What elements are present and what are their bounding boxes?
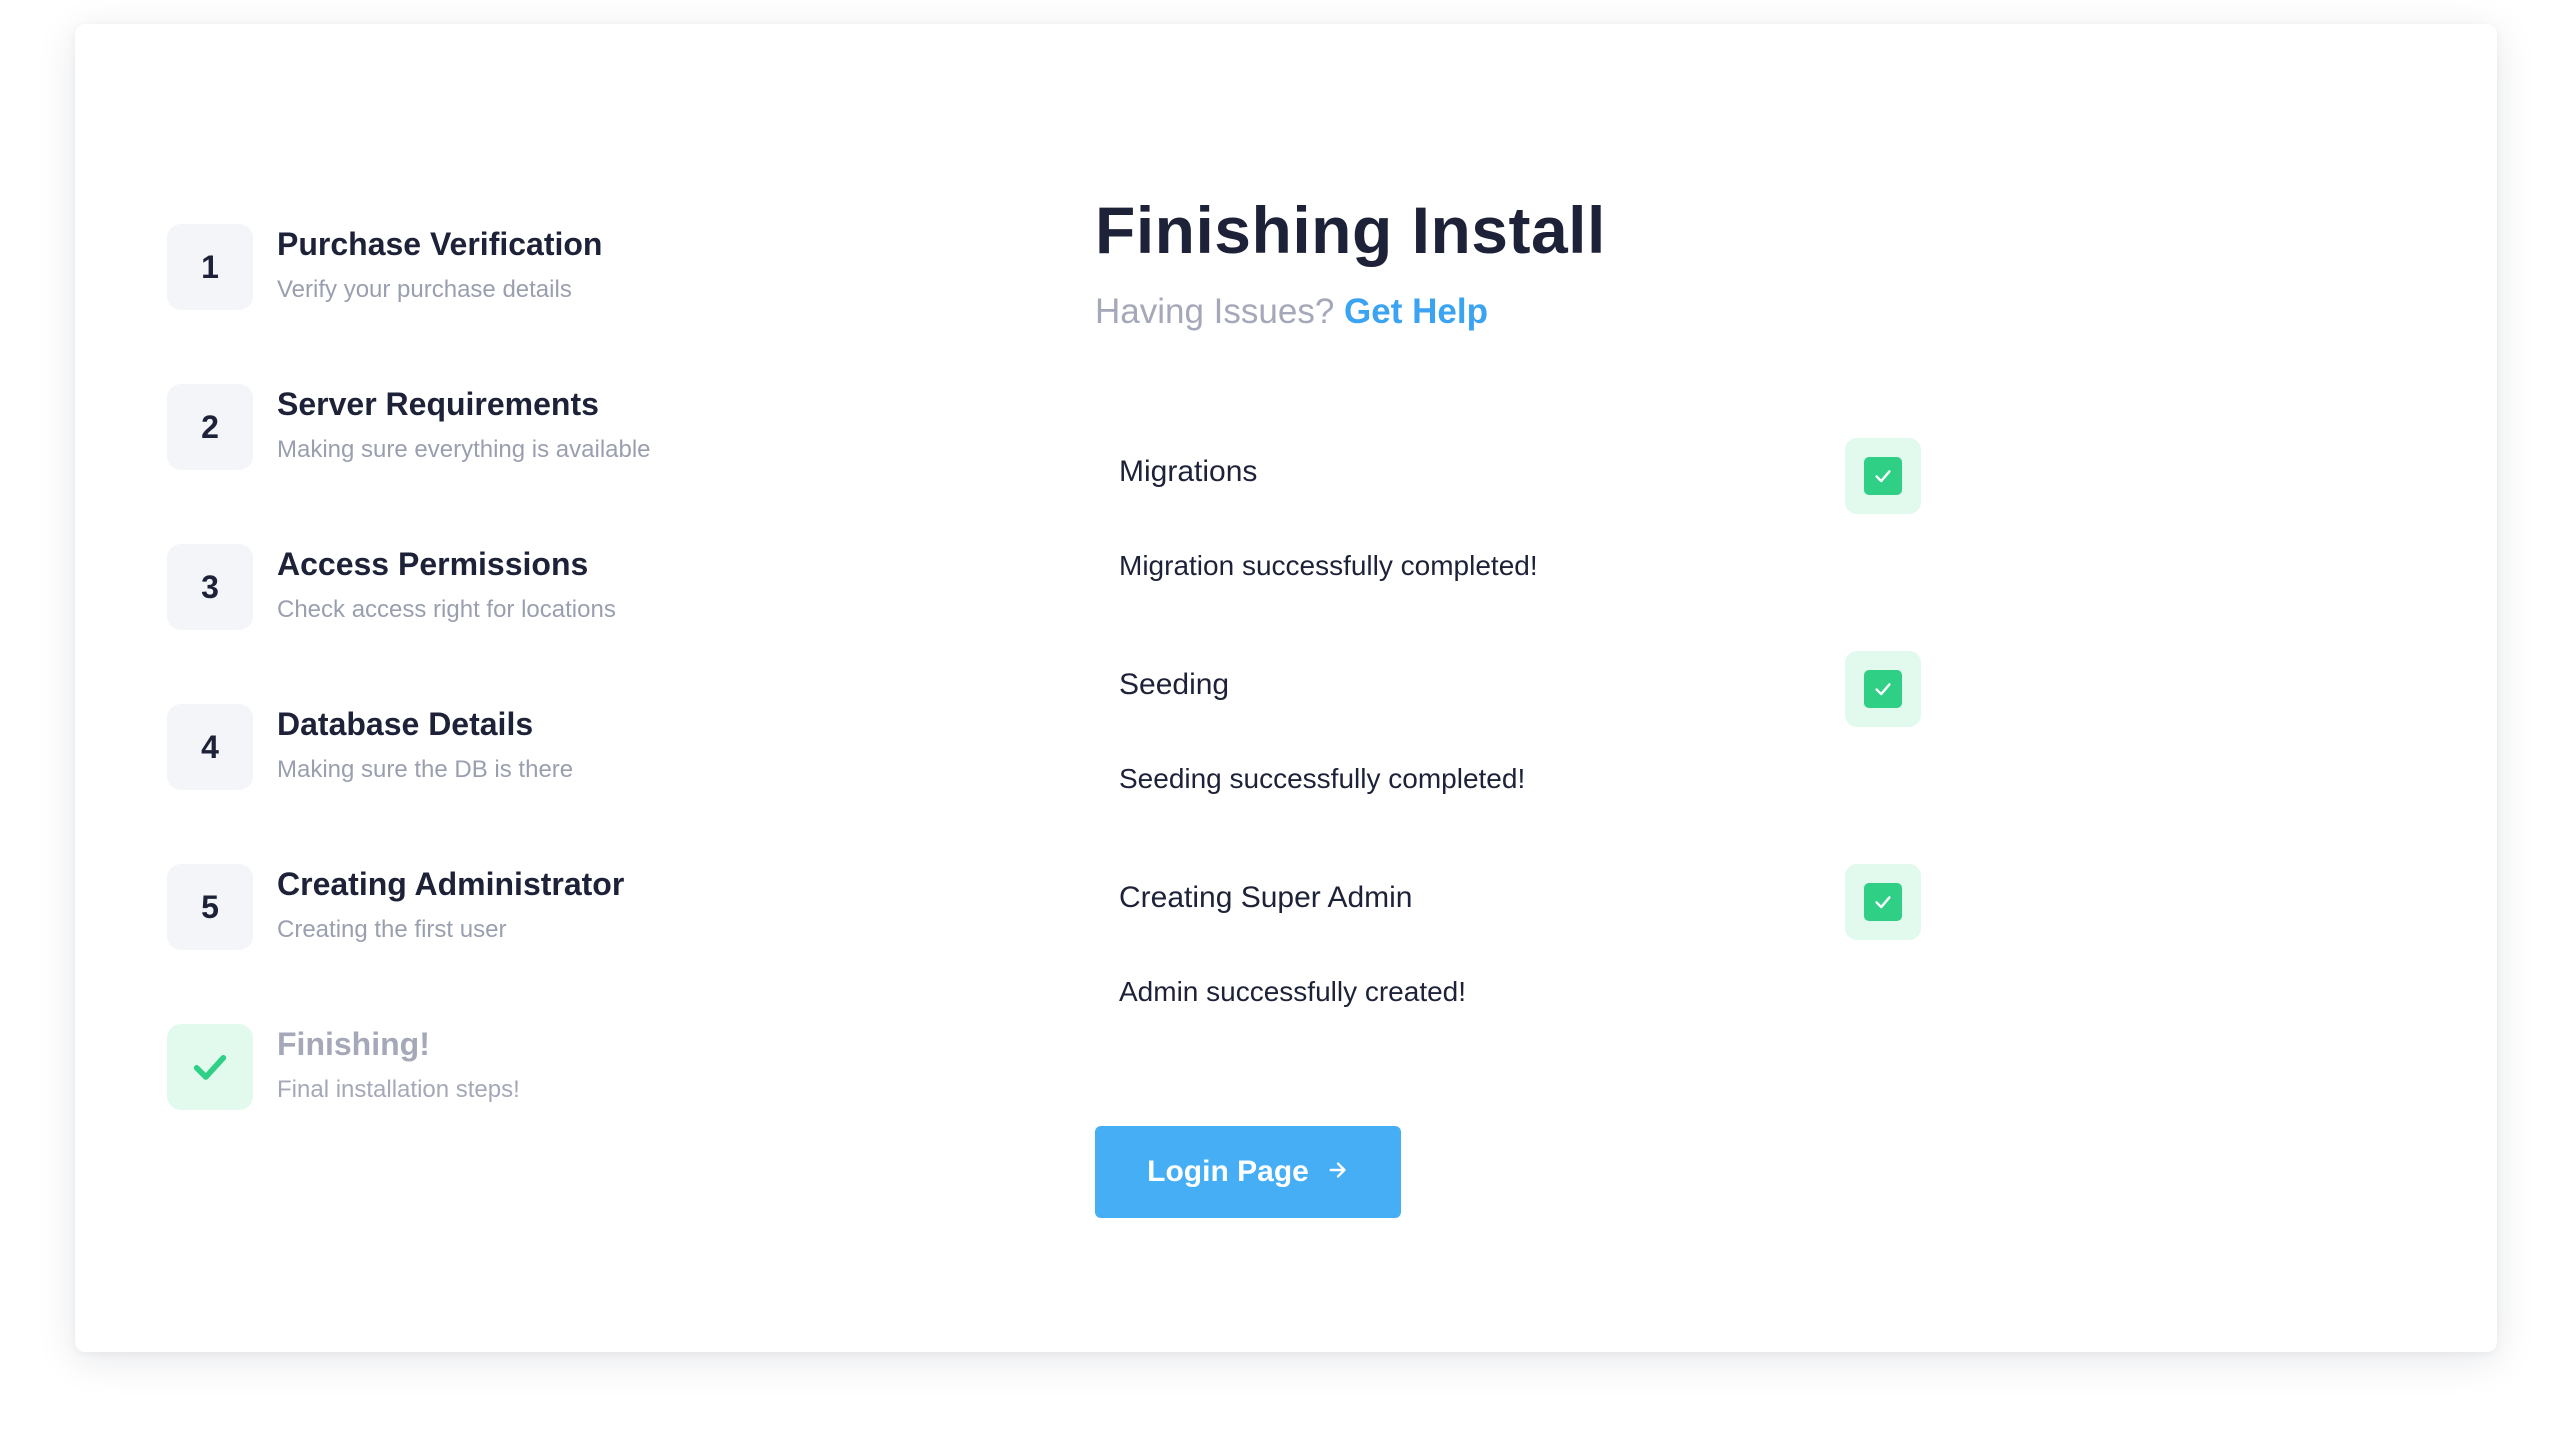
step-finishing: Finishing! Final installation steps! (167, 1024, 887, 1114)
check-icon (167, 1024, 253, 1110)
step-creating-administrator: 5 Creating Administrator Creating the fi… (167, 864, 887, 954)
task-message: Seeding successfully completed! (1119, 763, 1526, 794)
task-message: Admin successfully created! (1119, 976, 1467, 1007)
arrow-right-icon (1327, 1155, 1349, 1189)
page-title: Finishing Install (1095, 193, 1606, 267)
step-access-permissions: 3 Access Permissions Check access right … (167, 544, 887, 634)
step-description: Check access right for locations (277, 596, 616, 623)
step-description: Final installation steps! (277, 1076, 520, 1103)
installer-card: 1 Purchase Verification Verify your purc… (75, 24, 2497, 1352)
step-purchase-verification: 1 Purchase Verification Verify your purc… (167, 224, 887, 314)
step-title: Server Requirements (277, 386, 599, 422)
step-number: 3 (167, 544, 253, 630)
checkbox-checked-icon (1845, 864, 1921, 940)
step-title: Database Details (277, 706, 534, 742)
checkbox-checked-icon (1845, 651, 1921, 727)
step-title: Finishing! (277, 1026, 430, 1062)
step-database-details: 4 Database Details Making sure the DB is… (167, 704, 887, 794)
step-description: Making sure everything is available (277, 436, 651, 463)
task-name: Migrations (1119, 455, 1258, 488)
step-title: Access Permissions (277, 546, 589, 582)
login-page-button[interactable]: Login Page (1095, 1126, 1401, 1218)
task-creating-super-admin: Creating Super Admin Admin successfully … (1095, 864, 1921, 1064)
task-name: Seeding (1119, 668, 1230, 701)
help-prefix: Having Issues? (1095, 292, 1335, 331)
step-description: Verify your purchase details (277, 276, 572, 303)
task-name: Creating Super Admin (1119, 881, 1413, 914)
step-title: Purchase Verification (277, 226, 603, 262)
help-subtitle: Having Issues? Get Help (1095, 292, 1488, 332)
step-number: 4 (167, 704, 253, 790)
get-help-link[interactable]: Get Help (1344, 292, 1488, 331)
step-title: Creating Administrator (277, 866, 625, 902)
step-description: Making sure the DB is there (277, 756, 574, 783)
checkbox-checked-icon (1845, 438, 1921, 514)
task-seeding: Seeding Seeding successfully completed! (1095, 651, 1921, 851)
step-number: 2 (167, 384, 253, 470)
step-number: 1 (167, 224, 253, 310)
task-message: Migration successfully completed! (1119, 550, 1538, 581)
task-migrations: Migrations Migration successfully comple… (1095, 438, 1921, 638)
login-button-label: Login Page (1147, 1155, 1309, 1188)
step-number: 5 (167, 864, 253, 950)
step-description: Creating the first user (277, 916, 507, 943)
step-server-requirements: 2 Server Requirements Making sure everyt… (167, 384, 887, 474)
